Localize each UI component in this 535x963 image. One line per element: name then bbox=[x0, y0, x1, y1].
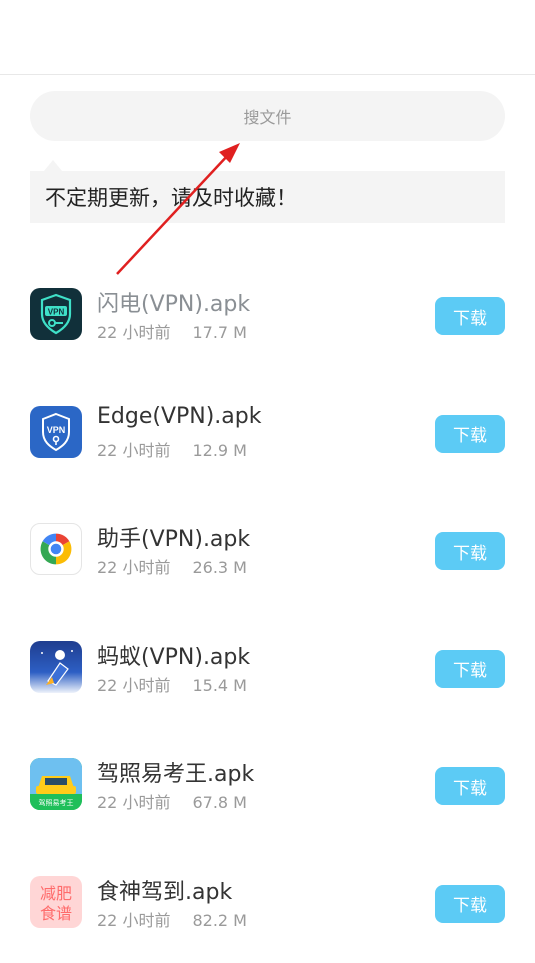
file-meta: 22 小时前 82.2 M bbox=[97, 907, 247, 931]
file-size: 12.9 M bbox=[192, 441, 247, 460]
file-name[interactable]: 蚂蚁(VPN).apk bbox=[97, 639, 250, 671]
file-time: 22 小时前 bbox=[97, 441, 170, 460]
list-item: 减肥 食谱 食神驾到.apk 22 小时前 82.2 M 下载 bbox=[0, 846, 535, 963]
list-item: 蚂蚁(VPN).apk 22 小时前 15.4 M 下载 bbox=[0, 611, 535, 729]
top-bar bbox=[0, 0, 535, 75]
file-name[interactable]: 闪电(VPN).apk bbox=[97, 286, 250, 318]
svg-text:VPN: VPN bbox=[48, 308, 65, 317]
notice-text: 不定期更新，请及时收藏！ bbox=[45, 182, 297, 212]
notice-banner: 不定期更新，请及时收藏！ bbox=[30, 171, 505, 223]
download-button[interactable]: 下载 bbox=[435, 415, 505, 453]
file-list: VPN 闪电(VPN).apk 22 小时前 17.7 M 下载 VPN Edge… bbox=[0, 258, 535, 963]
file-meta: 22 小时前 17.7 M bbox=[97, 319, 247, 343]
file-time: 22 小时前 bbox=[97, 676, 170, 695]
diet-icon-label-top: 减肥 bbox=[40, 884, 72, 903]
file-size: 17.7 M bbox=[192, 323, 247, 342]
file-name[interactable]: 驾照易考王.apk bbox=[97, 756, 254, 788]
file-meta: 22 小时前 26.3 M bbox=[97, 554, 247, 578]
list-item: VPN Edge(VPN).apk 22 小时前 12.9 M 下载 bbox=[0, 376, 535, 494]
file-name[interactable]: 助手(VPN).apk bbox=[97, 521, 250, 553]
file-size: 67.8 M bbox=[192, 793, 247, 812]
search-placeholder: 搜文件 bbox=[243, 104, 291, 128]
file-name[interactable]: 食神驾到.apk bbox=[97, 874, 232, 906]
vpn-shield-key-icon[interactable]: VPN bbox=[30, 288, 82, 340]
download-button[interactable]: 下载 bbox=[435, 650, 505, 688]
download-button[interactable]: 下载 bbox=[435, 297, 505, 335]
file-size: 82.2 M bbox=[192, 911, 247, 930]
taxi-car-icon[interactable]: 驾照易考王 bbox=[30, 758, 82, 810]
list-item: 驾照易考王 驾照易考王.apk 22 小时前 67.8 M 下载 bbox=[0, 728, 535, 846]
file-meta: 22 小时前 12.9 M bbox=[97, 437, 247, 461]
diet-icon-label-bottom: 食谱 bbox=[40, 904, 72, 923]
file-time: 22 小时前 bbox=[97, 793, 170, 812]
rocket-astronaut-icon[interactable] bbox=[30, 641, 82, 693]
list-item: VPN 闪电(VPN).apk 22 小时前 17.7 M 下载 bbox=[0, 258, 535, 376]
vpn-shield-lock-icon[interactable]: VPN bbox=[30, 406, 82, 458]
svg-text:VPN: VPN bbox=[47, 425, 66, 435]
file-time: 22 小时前 bbox=[97, 558, 170, 577]
download-button[interactable]: 下载 bbox=[435, 767, 505, 805]
download-button[interactable]: 下载 bbox=[435, 885, 505, 923]
file-meta: 22 小时前 15.4 M bbox=[97, 672, 247, 696]
search-input[interactable]: 搜文件 bbox=[30, 91, 505, 141]
taxi-icon-label: 驾照易考王 bbox=[39, 798, 74, 807]
diet-recipe-icon[interactable]: 减肥 食谱 bbox=[30, 876, 82, 928]
file-time: 22 小时前 bbox=[97, 323, 170, 342]
file-size: 26.3 M bbox=[192, 558, 247, 577]
file-size: 15.4 M bbox=[192, 676, 247, 695]
file-meta: 22 小时前 67.8 M bbox=[97, 789, 247, 813]
file-time: 22 小时前 bbox=[97, 911, 170, 930]
list-item: 助手(VPN).apk 22 小时前 26.3 M 下载 bbox=[0, 493, 535, 611]
notice-pointer bbox=[44, 160, 62, 171]
file-name[interactable]: Edge(VPN).apk bbox=[97, 404, 261, 429]
color-ring-icon[interactable] bbox=[30, 523, 82, 575]
download-button[interactable]: 下载 bbox=[435, 532, 505, 570]
